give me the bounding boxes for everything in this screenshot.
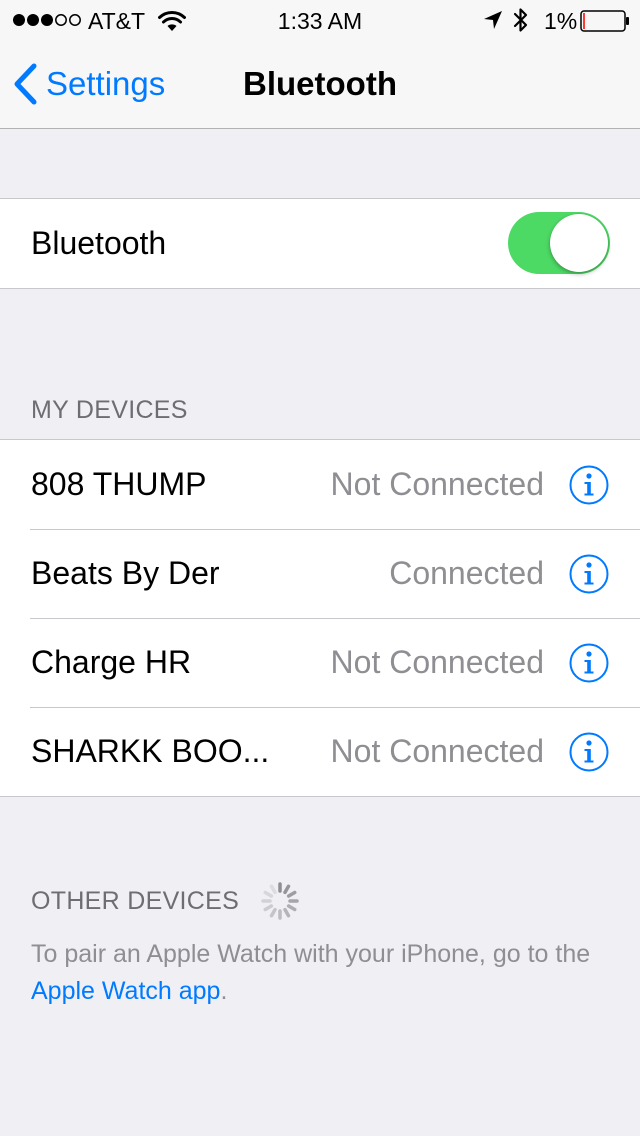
bluetooth-toggle-group: Bluetooth: [0, 198, 640, 289]
device-name: Charge HR: [31, 644, 192, 680]
bluetooth-toggle-switch[interactable]: [508, 212, 610, 274]
my-devices-list: 808 THUMP Not Connected Beats By Der Con…: [0, 439, 640, 797]
device-row[interactable]: 808 THUMP Not Connected: [0, 440, 640, 529]
apple-watch-app-link[interactable]: Apple Watch app: [31, 977, 220, 1005]
apple-watch-pairing-note: To pair an Apple Watch with your iPhone,…: [31, 936, 611, 1010]
bluetooth-toggle-label: Bluetooth: [31, 225, 167, 261]
page-title: Bluetooth: [243, 65, 397, 102]
toggle-knob: [550, 214, 608, 272]
status-bar: AT&T 1:33 AM 1%: [0, 0, 640, 40]
device-name: SHARKK BOO...: [31, 733, 270, 769]
info-icon[interactable]: [569, 643, 609, 683]
footer-text-suffix: .: [220, 977, 228, 1005]
device-status: Connected: [389, 555, 544, 591]
device-status: Not Connected: [330, 466, 544, 502]
bluetooth-toggle-row: Bluetooth: [0, 199, 640, 288]
device-row[interactable]: SHARKK BOO... Not Connected: [0, 707, 640, 796]
battery-percentage: 1%: [544, 8, 578, 34]
info-icon[interactable]: [569, 465, 609, 505]
device-name: Beats By Der: [31, 555, 220, 591]
footer-text-prefix: To pair an Apple Watch with your iPhone,…: [31, 940, 591, 968]
info-icon[interactable]: [569, 732, 609, 772]
other-devices-header-label: OTHER DEVICES: [31, 886, 240, 915]
device-row[interactable]: Charge HR Not Connected: [0, 618, 640, 707]
info-icon[interactable]: [569, 554, 609, 594]
location-arrow-icon: [484, 11, 502, 29]
my-devices-header: MY DEVICES: [31, 396, 188, 424]
other-devices-header: OTHER DEVICES: [31, 880, 301, 922]
device-status: Not Connected: [330, 733, 544, 769]
activity-spinner-icon: [261, 882, 299, 920]
device-status: Not Connected: [330, 644, 544, 680]
navigation-bar: Settings Bluetooth: [0, 40, 640, 129]
device-row[interactable]: Beats By Der Connected: [0, 529, 640, 618]
battery-icon: [580, 10, 629, 32]
bluetooth-status-icon: [513, 8, 528, 32]
device-name: 808 THUMP: [31, 466, 207, 502]
